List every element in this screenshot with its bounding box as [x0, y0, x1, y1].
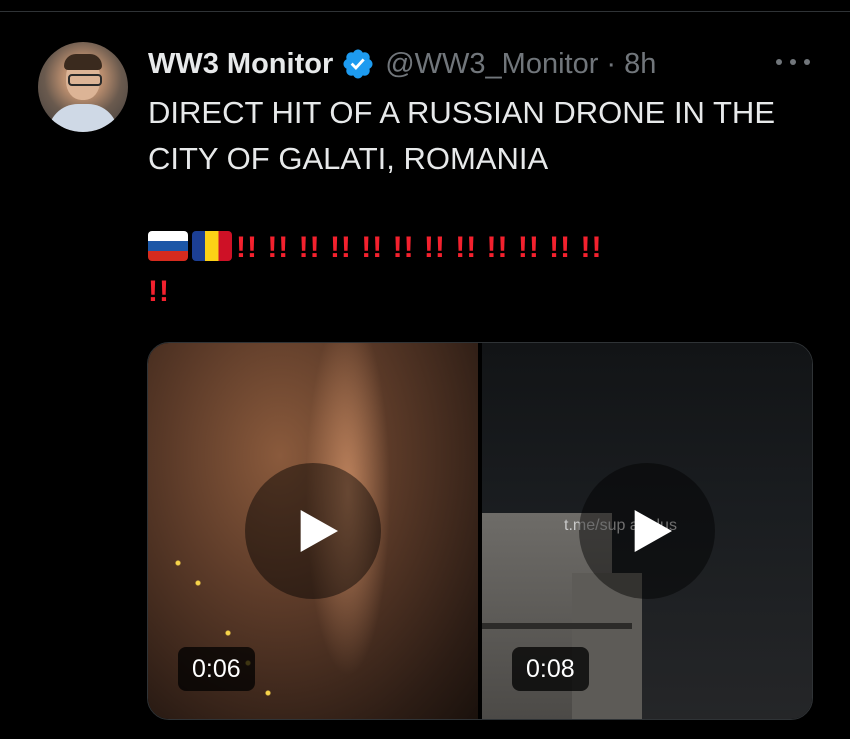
more-options-icon[interactable]	[776, 52, 810, 72]
video-duration: 0:08	[512, 647, 589, 691]
play-icon[interactable]	[245, 463, 381, 599]
tweet-text-line-1: DIRECT HIT OF A RUSSIAN DRONE IN THE	[148, 95, 775, 130]
tweet-text-line-2: CITY OF GALATI, ROMANIA	[148, 141, 549, 176]
play-icon[interactable]	[579, 463, 715, 599]
russia-flag-icon	[148, 231, 188, 261]
exclamations-line-1: !! !! !! !! !! !! !! !! !! !! !! !!	[236, 231, 603, 264]
tweet-text: DIRECT HIT OF A RUSSIAN DRONE IN THE CIT…	[148, 90, 828, 182]
author-handle-and-time[interactable]: @WW3_Monitor · 8h	[385, 48, 656, 81]
exclamations-line-2: !!	[148, 275, 170, 308]
tweet-header: WW3 Monitor @WW3_Monitor · 8h	[148, 44, 656, 84]
media-grid: 0:06 t.me/sup a_plus 0:08	[147, 342, 813, 720]
top-divider	[0, 11, 850, 12]
avatar[interactable]	[38, 42, 128, 132]
verified-badge-icon	[341, 47, 375, 81]
video-thumbnail-1[interactable]: 0:06	[148, 343, 478, 719]
video-duration: 0:06	[178, 647, 255, 691]
video-thumbnail-2[interactable]: t.me/sup a_plus 0:08	[482, 343, 812, 719]
author-name[interactable]: WW3 Monitor	[148, 48, 333, 81]
emoji-row: !! !! !! !! !! !! !! !! !! !! !! !! !!	[148, 226, 828, 314]
romania-flag-icon	[192, 231, 232, 261]
